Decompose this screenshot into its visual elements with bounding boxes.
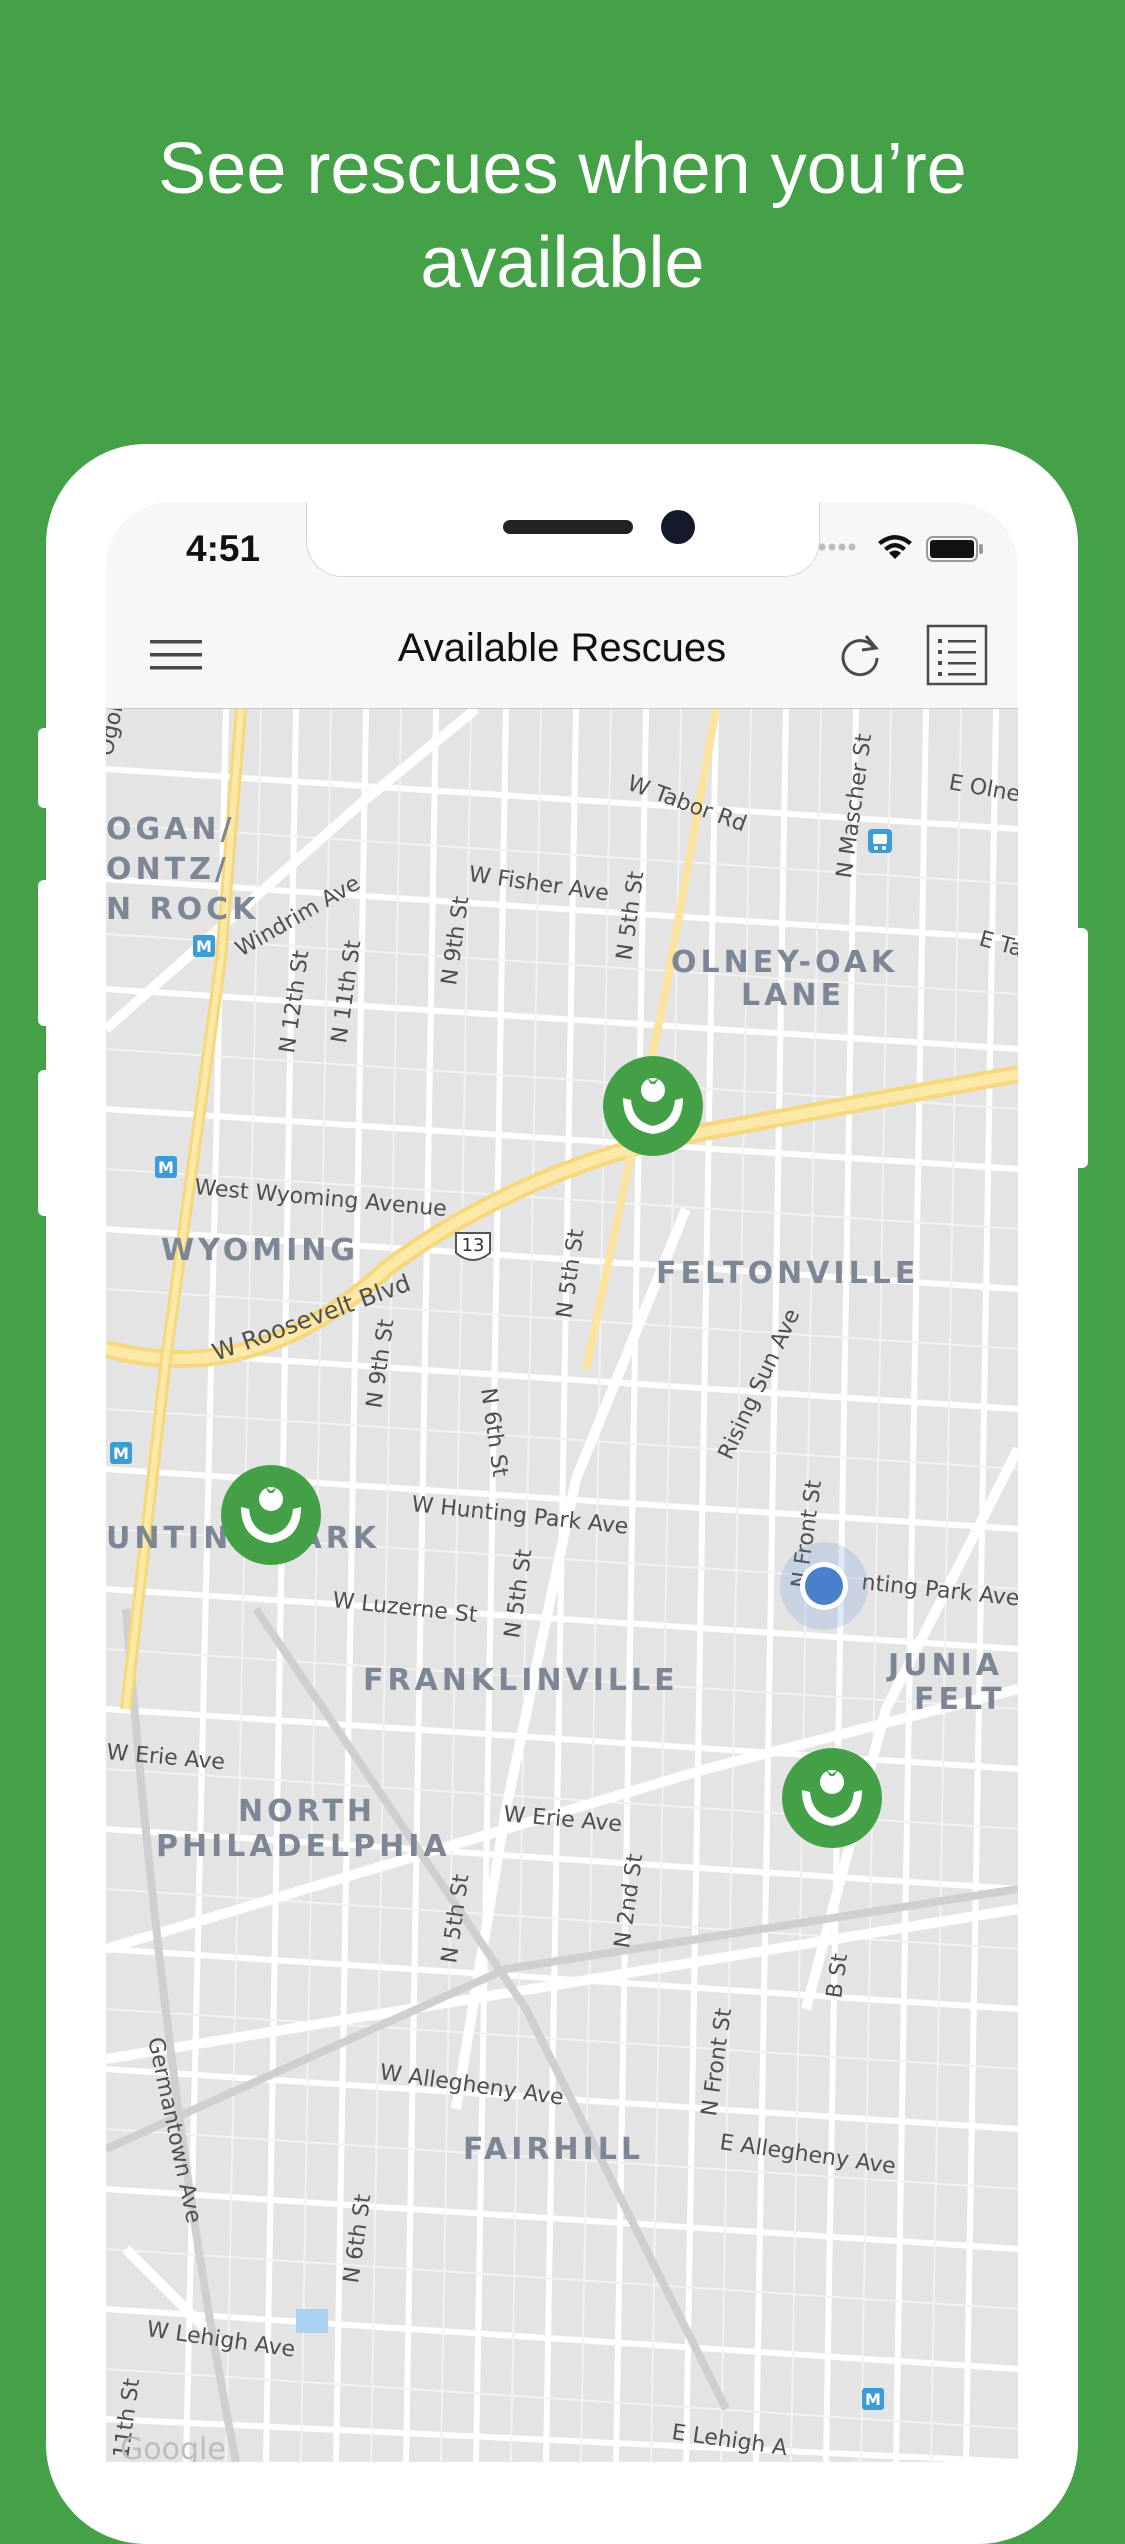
current-location-dot (780, 1542, 868, 1630)
svg-text:M: M (196, 937, 212, 956)
water-patch (296, 2309, 328, 2333)
rescue-pin-juniata[interactable] (782, 1748, 882, 1848)
neighborhood-label-fairhill: FAIRHILL (463, 2132, 644, 2167)
hands-holding-produce-icon (603, 1056, 703, 1156)
headline-line-2: available (420, 223, 705, 303)
phone-side-button-right (1072, 928, 1088, 1168)
neighborhood-label-logan-3: N ROCK (106, 892, 259, 927)
neighborhood-label-wyoming: WYOMING (161, 1233, 359, 1268)
google-attribution: Google (120, 2432, 226, 2462)
svg-text:M: M (865, 2390, 881, 2409)
status-time: 4:51 (186, 528, 261, 569)
headline: See rescues when you’re available (0, 122, 1125, 310)
svg-text:M: M (158, 1158, 174, 1177)
status-bar: 4:51 (106, 502, 1018, 598)
svg-text:M: M (113, 1444, 129, 1463)
refresh-icon[interactable] (832, 628, 888, 684)
neighborhood-label-logan-2: ONTZ/ (106, 852, 230, 887)
neighborhood-label-logan: OGAN/ (106, 812, 235, 847)
route-13-shield: 13 (455, 1232, 491, 1261)
neighborhood-label-north: NORTH (238, 1794, 376, 1829)
headline-line-1: See rescues when you’re (158, 129, 967, 209)
phone-side-button-left-1 (38, 728, 52, 808)
wifi-icon (878, 535, 912, 559)
phone-screen: 4:51 Available Rescues OGAN/ ONTZ/ N ROC… (106, 502, 1018, 2462)
hands-holding-produce-icon (221, 1465, 321, 1565)
subway-marker-icon: M (193, 935, 215, 957)
neighborhood-label-juniata: JUNIA (886, 1648, 1003, 1683)
neighborhood-label-franklinville: FRANKLINVILLE (363, 1663, 679, 1698)
rescue-pin-olney[interactable] (603, 1056, 703, 1156)
navigation-bar: Available Rescues (106, 598, 1018, 709)
phone-side-button-left-3 (38, 1070, 52, 1216)
front-camera (661, 510, 695, 544)
phone-notch (306, 502, 820, 577)
cellular-signal-icon (818, 543, 856, 551)
phone-side-button-left-2 (38, 880, 52, 1026)
neighborhood-label-olney-2: LANE (741, 978, 845, 1013)
rescue-map[interactable]: OGAN/ ONTZ/ N ROCK OLNEY-OAK LANE WYOMIN… (106, 709, 1018, 2462)
subway-marker-icon: M (862, 2388, 884, 2410)
list-view-icon[interactable] (926, 624, 988, 686)
route-13-label: 13 (462, 1235, 485, 1256)
neighborhood-label-olney: OLNEY-OAK (671, 945, 898, 980)
speaker-grille (503, 520, 633, 534)
neighborhood-label-juniata-2: FELT (914, 1682, 1006, 1717)
neighborhood-label-philadelphia: PHILADELPHIA (156, 1829, 451, 1864)
hands-holding-produce-icon (782, 1748, 882, 1848)
rescue-pin-hunting-park[interactable] (221, 1465, 321, 1565)
subway-marker-icon: M (155, 1156, 177, 1178)
neighborhood-label-feltonville: FELTONVILLE (656, 1256, 919, 1291)
train-station-icon (868, 829, 892, 853)
battery-icon (926, 536, 983, 562)
subway-marker-icon: M (110, 1442, 132, 1464)
